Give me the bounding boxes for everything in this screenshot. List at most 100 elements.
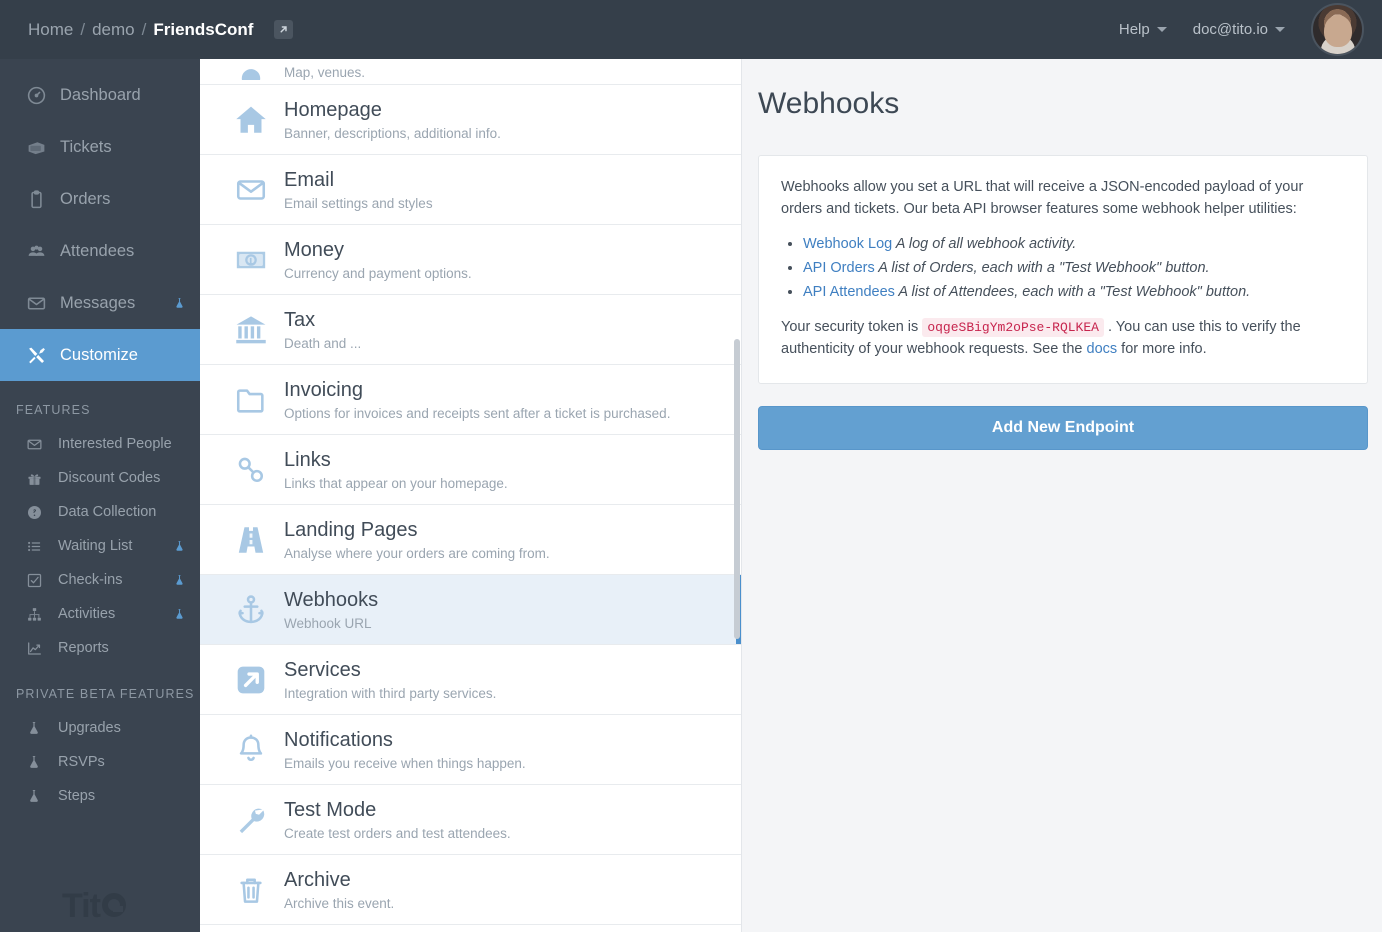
check-square-icon bbox=[26, 572, 54, 589]
webhook-utility-link[interactable]: API Attendees bbox=[803, 284, 895, 300]
sidebar-item-label: Waiting List bbox=[58, 538, 133, 554]
sidebar-item-activities[interactable]: Activities bbox=[0, 597, 200, 631]
customize-row-text: Webhooks Webhook URL bbox=[284, 589, 378, 631]
customize-row-description: Map, venues. bbox=[284, 65, 366, 80]
customize-row-description: Integration with third party services. bbox=[284, 685, 497, 701]
sidebar-item-customize[interactable]: Customize bbox=[0, 329, 200, 381]
customize-row-homepage[interactable]: Homepage Banner, descriptions, additional… bbox=[200, 85, 741, 155]
customize-row-money[interactable]: Money Currency and payment options. bbox=[200, 225, 741, 295]
sidebar-item-label: RSVPs bbox=[58, 754, 105, 770]
people-icon bbox=[26, 241, 56, 262]
customize-row-email[interactable]: Email Email settings and styles bbox=[200, 155, 741, 225]
customize-row-description: Archive this event. bbox=[284, 895, 395, 911]
customize-row-services[interactable]: Services Integration with third party ser… bbox=[200, 645, 741, 715]
flask-icon bbox=[173, 539, 186, 553]
customize-row-test-mode[interactable]: Test Mode Create test orders and test att… bbox=[200, 785, 741, 855]
chevron-down-icon bbox=[1156, 27, 1167, 32]
webhook-utilities-list: Webhook Log A log of all webhook activit… bbox=[803, 234, 1345, 303]
sidebar-item-discount-codes[interactable]: Discount Codes bbox=[0, 461, 200, 495]
sidebar-item-orders[interactable]: Orders bbox=[0, 173, 200, 225]
sidebar-item-label: Upgrades bbox=[58, 720, 121, 736]
sidebar-item-label: Tickets bbox=[60, 137, 112, 156]
help-menu[interactable]: Help bbox=[1119, 21, 1167, 38]
customize-row-description: Analyse where your orders are coming fro… bbox=[284, 545, 550, 561]
sidebar-item-label: Data Collection bbox=[58, 504, 157, 520]
sidebar-beta-title: PRIVATE BETA FEATURES bbox=[16, 687, 195, 701]
webhook-utility-item: API Orders A list of Orders, each with a… bbox=[803, 258, 1345, 279]
customize-row-webhooks[interactable]: Webhooks Webhook URL bbox=[200, 575, 741, 645]
breadcrumb-home[interactable]: Home bbox=[28, 20, 73, 40]
envelope-icon bbox=[218, 173, 284, 207]
customize-list-scrollbar[interactable] bbox=[734, 59, 740, 932]
avatar[interactable] bbox=[1311, 3, 1364, 56]
customize-row-text: Tax Death and ... bbox=[284, 309, 361, 351]
tickets-icon bbox=[26, 137, 56, 158]
sidebar-item-interested-people[interactable]: Interested People bbox=[0, 427, 200, 461]
breadcrumb: Home / demo / FriendsConf bbox=[28, 19, 294, 40]
customize-row-text: Email Email settings and styles bbox=[284, 169, 433, 211]
customize-row-text: Homepage Banner, descriptions, additional… bbox=[284, 99, 501, 141]
page-title: Webhooks bbox=[758, 87, 900, 120]
chain-icon bbox=[218, 453, 284, 487]
webhooks-info-card: Webhooks allow you set a URL that will r… bbox=[758, 155, 1368, 384]
gift-icon bbox=[26, 470, 54, 487]
sidebar-item-rsvps[interactable]: RSVPs bbox=[0, 745, 200, 779]
webhook-utility-link[interactable]: API Orders bbox=[803, 260, 875, 276]
customize-row-landing-pages[interactable]: Landing Pages Analyse where your orders a… bbox=[200, 505, 741, 575]
sidebar-main-nav: Dashboard Tickets Orders Attendees Messages C… bbox=[0, 69, 200, 381]
account-menu[interactable]: doc@tito.io bbox=[1193, 21, 1285, 38]
clipboard-icon bbox=[26, 189, 56, 210]
map-pin-icon bbox=[218, 66, 284, 80]
sidebar-item-waiting-list[interactable]: Waiting List bbox=[0, 529, 200, 563]
sidebar-item-tickets[interactable]: Tickets bbox=[0, 121, 200, 173]
sidebar-item-upgrades[interactable]: Upgrades bbox=[0, 711, 200, 745]
sidebar-item-data-collection[interactable]: Data Collection bbox=[0, 495, 200, 529]
sidebar-item-reports[interactable]: Reports bbox=[0, 631, 200, 665]
customize-row-partial[interactable]: Map, venues. bbox=[200, 59, 741, 85]
envelope-icon bbox=[26, 293, 56, 314]
docs-link[interactable]: docs bbox=[1087, 341, 1118, 357]
sidebar-item-attendees[interactable]: Attendees bbox=[0, 225, 200, 277]
customize-row-text: Services Integration with third party ser… bbox=[284, 659, 496, 701]
customize-row-text: Links Links that appear on your homepage. bbox=[284, 449, 508, 491]
sidebar-item-messages[interactable]: Messages bbox=[0, 277, 200, 329]
customize-row-archive[interactable]: Archive Archive this event. bbox=[200, 855, 741, 925]
add-new-endpoint-button[interactable]: Add New Endpoint bbox=[758, 405, 1368, 450]
sidebar-item-steps[interactable]: Steps bbox=[0, 779, 200, 813]
sidebar-item-label: Discount Codes bbox=[58, 470, 161, 486]
bank-icon bbox=[218, 313, 284, 347]
webhook-utility-description: A log of all webhook activity. bbox=[892, 235, 1077, 252]
banknote-icon bbox=[218, 243, 284, 277]
customize-row-title: Homepage bbox=[284, 98, 382, 121]
customize-row-text: Archive Archive this event. bbox=[284, 869, 394, 911]
customize-row-description: Banner, descriptions, additional info. bbox=[284, 125, 501, 141]
webhook-utility-link[interactable]: Webhook Log bbox=[803, 236, 892, 252]
customize-row-tax[interactable]: Tax Death and ... bbox=[200, 295, 741, 365]
sidebar-beta-nav: Upgrades RSVPs Steps bbox=[0, 711, 200, 813]
app-root: Home / demo / FriendsConf Help doc@tito.… bbox=[0, 0, 1382, 932]
gauge-icon bbox=[26, 85, 56, 106]
body: Dashboard Tickets Orders Attendees Messages C… bbox=[0, 59, 1382, 932]
customize-row-text: Landing Pages Analyse where your orders a… bbox=[284, 519, 550, 561]
sidebar-item-label: Check-ins bbox=[58, 572, 123, 588]
sidebar-item-label: Activities bbox=[58, 606, 116, 622]
customize-row-description: Email settings and styles bbox=[284, 195, 433, 211]
sidebar-item-check-ins[interactable]: Check-ins bbox=[0, 563, 200, 597]
token-suffix: for more info. bbox=[1121, 341, 1207, 358]
webhook-utility-description: A list of Attendees, each with a "Test W… bbox=[894, 283, 1251, 300]
customize-row-notifications[interactable]: Notifications Emails you receive when thi… bbox=[200, 715, 741, 785]
external-link-icon[interactable] bbox=[274, 20, 294, 39]
sidebar-item-dashboard[interactable]: Dashboard bbox=[0, 69, 200, 121]
wrench-icon bbox=[218, 803, 284, 837]
scrollbar-thumb[interactable] bbox=[734, 339, 740, 639]
customize-row-invoicing[interactable]: Invoicing Options for invoices and receip… bbox=[200, 365, 741, 435]
list-icon bbox=[26, 538, 54, 555]
sidebar-item-label: Customize bbox=[60, 345, 138, 364]
security-token-paragraph: Your security token is oqgeSBigYm2oPse-R… bbox=[781, 316, 1345, 361]
breadcrumb-event: FriendsConf bbox=[153, 19, 254, 39]
breadcrumb-org[interactable]: demo bbox=[92, 20, 135, 40]
help-menu-label: Help bbox=[1118, 21, 1150, 38]
webhooks-intro: Webhooks allow you set a URL that will r… bbox=[781, 179, 1304, 218]
sidebar-item-label: Steps bbox=[58, 788, 96, 804]
customize-row-links[interactable]: Links Links that appear on your homepage. bbox=[200, 435, 741, 505]
